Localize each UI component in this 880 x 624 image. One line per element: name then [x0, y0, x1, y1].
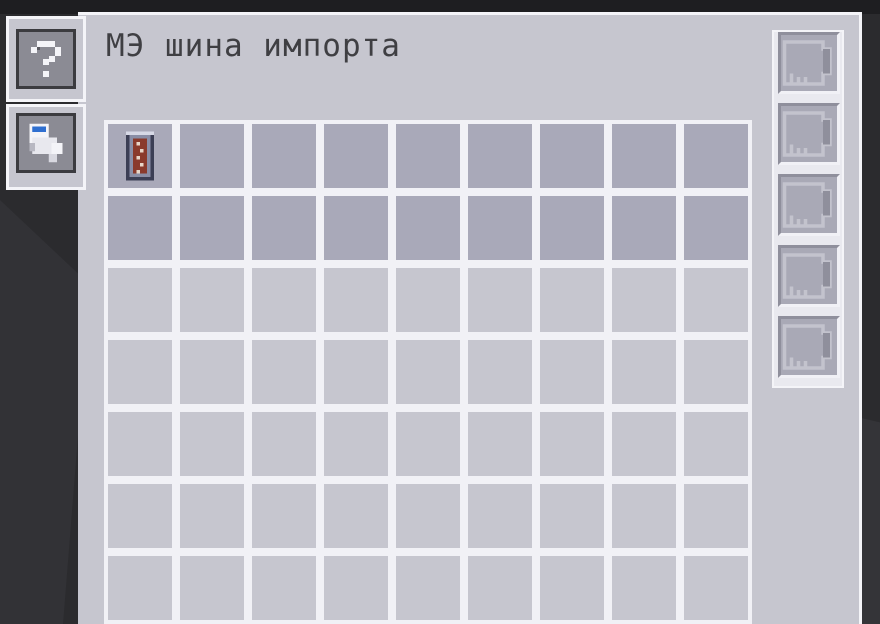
- filter-slot-disabled: [252, 412, 316, 476]
- filter-slot-disabled: [540, 412, 604, 476]
- filter-slot-disabled: [684, 484, 748, 548]
- filter-slot[interactable]: [540, 196, 604, 260]
- filter-slot-disabled: [612, 268, 676, 332]
- filter-slot-disabled: [252, 556, 316, 620]
- filter-slot-disabled: [540, 484, 604, 548]
- priority-tab: [6, 104, 86, 190]
- filter-slot-disabled: [108, 484, 172, 548]
- filter-slot-disabled: [180, 556, 244, 620]
- filter-slot-disabled: [108, 340, 172, 404]
- empty-upgrade-card-icon: [782, 324, 832, 370]
- filter-slot-disabled: [180, 484, 244, 548]
- filter-slot[interactable]: [612, 124, 676, 188]
- filter-slot-disabled: [468, 412, 532, 476]
- filter-slot[interactable]: [252, 124, 316, 188]
- empty-upgrade-card-icon: [782, 253, 832, 299]
- filter-slot-disabled: [468, 340, 532, 404]
- filter-slot-disabled: [108, 556, 172, 620]
- filter-slot-disabled: [468, 484, 532, 548]
- upgrade-slot[interactable]: [778, 245, 840, 307]
- upgrade-slot[interactable]: [778, 316, 840, 378]
- filter-slot-disabled: [396, 340, 460, 404]
- upgrade-slot-column: [772, 30, 844, 388]
- background-stone-left: [0, 200, 90, 624]
- window-title: МЭ шина импорта: [106, 28, 401, 64]
- filter-slot[interactable]: [324, 196, 388, 260]
- filter-slot-disabled: [684, 412, 748, 476]
- filter-slot[interactable]: [180, 196, 244, 260]
- upgrade-slot[interactable]: [778, 32, 840, 94]
- filter-slot-disabled: [396, 484, 460, 548]
- help-button[interactable]: [16, 29, 76, 89]
- filter-slot[interactable]: [468, 196, 532, 260]
- filter-slot-disabled: [396, 556, 460, 620]
- filter-slot-disabled: [108, 268, 172, 332]
- filter-slot-disabled: [684, 556, 748, 620]
- filter-slot-disabled: [180, 340, 244, 404]
- filter-slot[interactable]: [396, 124, 460, 188]
- filter-slot[interactable]: [180, 124, 244, 188]
- filter-slot[interactable]: [684, 196, 748, 260]
- filter-slot-disabled: [612, 484, 676, 548]
- filter-slot-disabled: [252, 484, 316, 548]
- empty-upgrade-card-icon: [782, 111, 832, 157]
- filter-slot[interactable]: [396, 196, 460, 260]
- filter-slot-disabled: [612, 340, 676, 404]
- storage-item-icon: [126, 131, 154, 181]
- filter-slot-disabled: [180, 412, 244, 476]
- filter-slot-disabled: [612, 556, 676, 620]
- filter-slot-disabled: [324, 268, 388, 332]
- filter-slot-grid: [104, 120, 752, 624]
- filter-slot[interactable]: [684, 124, 748, 188]
- filter-slot-disabled: [324, 412, 388, 476]
- filter-slot-disabled: [396, 412, 460, 476]
- filter-slot[interactable]: [252, 196, 316, 260]
- filter-slot-disabled: [468, 268, 532, 332]
- filter-slot-disabled: [540, 340, 604, 404]
- filter-slot-disabled: [468, 556, 532, 620]
- filter-slot-disabled: [108, 412, 172, 476]
- filter-slot[interactable]: [108, 196, 172, 260]
- filter-slot[interactable]: [540, 124, 604, 188]
- upgrade-slot[interactable]: [778, 103, 840, 165]
- filter-slot-disabled: [540, 556, 604, 620]
- filter-slot-disabled: [180, 268, 244, 332]
- hopper-icon: [29, 123, 63, 163]
- question-mark-icon: [31, 41, 61, 77]
- filter-slot-disabled: [540, 268, 604, 332]
- filter-slot[interactable]: [108, 124, 172, 188]
- help-tab: [6, 16, 86, 102]
- filter-slot[interactable]: [324, 124, 388, 188]
- priority-button[interactable]: [16, 113, 76, 173]
- filter-slot-disabled: [252, 340, 316, 404]
- filter-slot-disabled: [684, 340, 748, 404]
- empty-upgrade-card-icon: [782, 40, 832, 86]
- filter-slot-disabled: [252, 268, 316, 332]
- filter-slot-disabled: [396, 268, 460, 332]
- filter-slot-disabled: [612, 412, 676, 476]
- filter-slot-disabled: [324, 340, 388, 404]
- empty-upgrade-card-icon: [782, 182, 832, 228]
- filter-slot-disabled: [324, 484, 388, 548]
- filter-slot[interactable]: [612, 196, 676, 260]
- filter-slot[interactable]: [468, 124, 532, 188]
- upgrade-slot[interactable]: [778, 174, 840, 236]
- filter-slot-disabled: [324, 556, 388, 620]
- filter-slot-disabled: [684, 268, 748, 332]
